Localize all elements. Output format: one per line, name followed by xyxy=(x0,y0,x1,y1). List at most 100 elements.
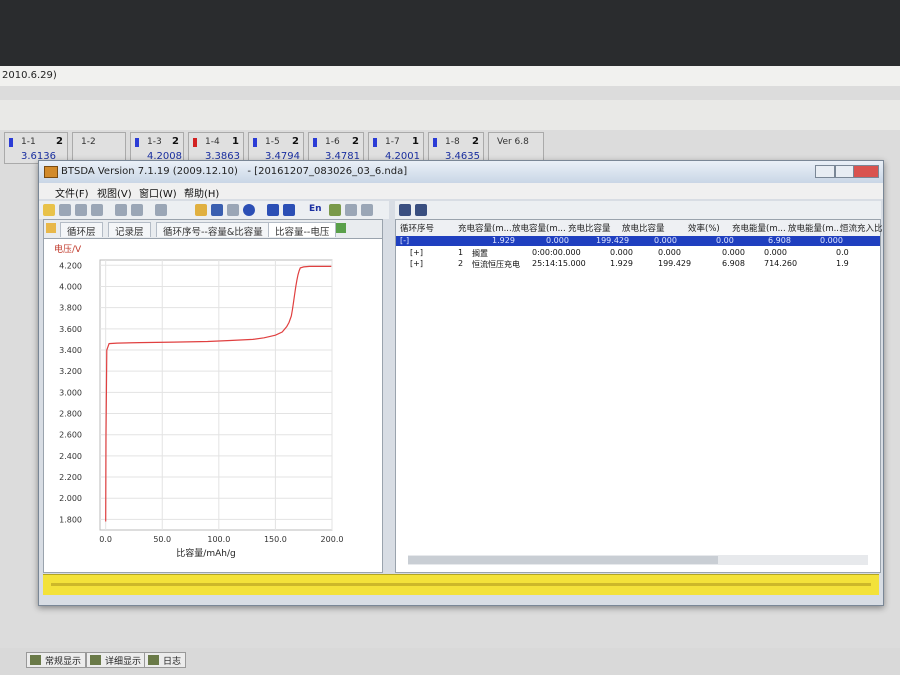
print-icon[interactable] xyxy=(227,204,239,216)
column-header[interactable]: 放电能量(m... xyxy=(788,222,842,234)
x-tick-label: 0.0 xyxy=(99,535,112,544)
table-cell: 0.0 xyxy=(836,248,849,257)
battery-icon xyxy=(373,138,377,147)
expand-toggle[interactable]: [+] xyxy=(410,259,423,268)
channel-name: Ver 6.8 xyxy=(497,137,529,147)
column-header[interactable]: 放电比容量 xyxy=(622,222,665,234)
table-cell: 恒流恒压充电 xyxy=(472,260,520,269)
channel-name: 1-6 xyxy=(325,137,340,147)
column-header[interactable]: 充电容量(m... xyxy=(458,222,512,234)
column-header[interactable]: 循环序号 xyxy=(400,222,434,234)
tab-record-layer[interactable]: 记录层 xyxy=(108,222,151,238)
battery-icon xyxy=(253,138,257,147)
table-cell: 1 xyxy=(458,248,464,257)
add-tab-icon[interactable] xyxy=(336,223,346,233)
pointer-icon[interactable] xyxy=(59,204,71,216)
copy-icon[interactable] xyxy=(131,204,143,216)
window-title: BTSDA Version 7.1.19 (2009.12.10) - [201… xyxy=(61,166,408,177)
normal-view-icon xyxy=(30,655,41,665)
menu-view[interactable]: 视图(V) xyxy=(97,185,132,200)
table-cell: 搁置 xyxy=(472,249,488,258)
tab-capacity-voltage[interactable]: 比容量--电压 xyxy=(268,222,337,238)
line-icon[interactable] xyxy=(155,204,167,216)
minimize-button[interactable] xyxy=(815,165,835,178)
y-tick-label: 2.000 xyxy=(59,494,82,503)
channel-step: 2 xyxy=(56,136,63,147)
tab-cycle-layer[interactable]: 循环层 xyxy=(60,222,103,238)
star-icon xyxy=(46,223,56,233)
open-icon[interactable] xyxy=(195,204,207,216)
toolbar: En xyxy=(39,201,389,219)
bottom-tab-log[interactable]: 日志 xyxy=(144,652,187,668)
save-icon[interactable] xyxy=(211,204,223,216)
columns-icon[interactable] xyxy=(399,204,411,216)
arrow-left-icon[interactable] xyxy=(267,204,279,216)
language-button[interactable]: En xyxy=(309,204,322,214)
channel-step: 1 xyxy=(412,136,419,147)
table-row[interactable]: [+] 2 恒流恒压充电 25:14:15.000 1.929 199.429 6.908 7… xyxy=(396,259,880,270)
star-icon[interactable] xyxy=(43,204,55,216)
channel-step: 2 xyxy=(352,136,359,147)
battery-icon xyxy=(135,138,139,147)
table-row[interactable]: [+] 1 搁置 0:00:00.000 0.000 0.000 0.000 0.000 0.0 xyxy=(396,248,880,259)
expand-toggle[interactable]: [+] xyxy=(410,248,423,257)
column-header[interactable]: 恒流充入比 xyxy=(840,222,883,234)
grid-icon[interactable] xyxy=(115,204,127,216)
x-tick-label: 200.0 xyxy=(321,535,344,544)
y-tick-label: 2.200 xyxy=(59,473,82,482)
y-tick-label: 2.600 xyxy=(59,431,82,440)
log-icon xyxy=(148,655,159,665)
voltage-capacity-chart: 0.0 50.0 100.0 150.0 200.0 1.800 2.000 2.200 2.4… xyxy=(54,243,344,559)
table-cell: 0.000 xyxy=(610,248,633,257)
y-tick-label: 1.800 xyxy=(59,515,82,524)
table-cell: 1.929 xyxy=(492,236,515,245)
menu-file[interactable]: 文件(F) xyxy=(55,185,89,200)
y-tick-label: 3.600 xyxy=(59,325,82,334)
channel-name: 1-2 xyxy=(81,137,96,147)
horizontal-scrollbar[interactable] xyxy=(408,555,868,565)
detail-view-icon xyxy=(90,655,101,665)
table-cell: 0.000 xyxy=(654,236,677,245)
menubar: 文件(F) 视图(V) 窗口(W) 帮助(H) xyxy=(39,183,883,200)
maximize-button[interactable] xyxy=(835,165,855,178)
tab-cycle-capacity[interactable]: 循环序号--容量&比容量 xyxy=(156,222,270,238)
bottom-tab-normal[interactable]: 常规显示 xyxy=(26,652,87,668)
table-icon[interactable] xyxy=(345,204,357,216)
pen-icon[interactable] xyxy=(91,204,103,216)
tab-strip: 循环层 记录层 循环序号--容量&比容量 比容量--电压 xyxy=(44,220,382,239)
channel-step: 2 xyxy=(472,136,479,147)
column-header[interactable]: 放电容量(m... xyxy=(512,222,566,234)
titlebar[interactable]: BTSDA Version 7.1.19 (2009.12.10) - [201… xyxy=(39,161,883,183)
x-tick-label: 100.0 xyxy=(207,535,230,544)
table-cell: 0.000 xyxy=(764,248,787,257)
y-tick-label: 3.200 xyxy=(59,367,82,376)
export-icon[interactable] xyxy=(415,204,427,216)
help-icon[interactable] xyxy=(243,204,255,216)
zoom-icon[interactable] xyxy=(75,204,87,216)
scrollbar-thumb[interactable] xyxy=(408,556,718,564)
close-button[interactable] xyxy=(853,165,879,178)
y-tick-label: 2.800 xyxy=(59,410,82,419)
table-cell: 0.000 xyxy=(546,236,569,245)
table-row-selected[interactable]: [-] 1.929 0.000 199.429 0.000 0.00 6.908 0.000 xyxy=(396,236,880,246)
up-arrow-icon[interactable] xyxy=(329,204,341,216)
outer-window-title: 2010.6.29) xyxy=(0,66,900,86)
y-tick-label: 4.200 xyxy=(59,261,82,270)
menu-window[interactable]: 窗口(W) xyxy=(139,185,177,200)
bottom-tab-bar: 常规显示 详细显示 日志 xyxy=(0,648,900,675)
table-cell: 199.429 xyxy=(658,259,692,268)
table-cell: 199.429 xyxy=(596,236,630,245)
column-header[interactable]: 效率(%) xyxy=(688,222,720,234)
list-icon[interactable] xyxy=(361,204,373,216)
column-header[interactable]: 充电比容量 xyxy=(568,222,611,234)
table-cell: 0.000 xyxy=(820,236,843,245)
arrow-right-icon[interactable] xyxy=(283,204,295,216)
y-tick-label: 4.000 xyxy=(59,282,82,291)
column-header[interactable]: 充电能量(m... xyxy=(732,222,786,234)
battery-icon xyxy=(433,138,437,147)
bottom-tab-detail[interactable]: 详细显示 xyxy=(86,652,147,668)
table-cell: 1.929 xyxy=(610,259,633,268)
y-tick-label: 3.400 xyxy=(59,346,82,355)
menu-help[interactable]: 帮助(H) xyxy=(184,185,219,200)
channel-name: 1-8 xyxy=(445,137,460,147)
